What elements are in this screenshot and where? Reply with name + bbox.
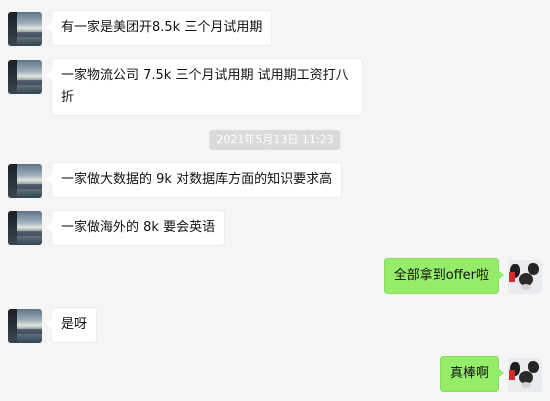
contact-avatar[interactable] [8, 211, 42, 245]
message-bubble-1[interactable]: 有一家是美团开8.5k 三个月试用期 [45, 10, 273, 46]
message-bubble-3[interactable]: 一家做大数据的 9k 对数据库方面的知识要求高 [45, 162, 343, 198]
self-avatar[interactable] [508, 358, 542, 392]
message-bubble-5[interactable]: 全部拿到offer啦 [383, 258, 505, 294]
contact-avatar[interactable] [8, 60, 42, 94]
landscape-photo-icon [8, 60, 42, 94]
message-bubble-6[interactable]: 是呀 [45, 307, 98, 343]
cow-icon [508, 260, 542, 294]
message-bubble-4[interactable]: 一家做海外的 8k 要会英语 [45, 210, 226, 246]
landscape-photo-icon [8, 12, 42, 46]
contact-avatar[interactable] [8, 164, 42, 198]
cow-icon [508, 358, 542, 392]
contact-avatar[interactable] [8, 309, 42, 343]
chat-window: 有一家是美团开8.5k 三个月试用期 一家物流公司 7.5k 三个月试用期 试用… [0, 0, 550, 401]
landscape-photo-icon [8, 211, 42, 245]
self-avatar[interactable] [508, 260, 542, 294]
landscape-photo-icon [8, 164, 42, 198]
contact-avatar[interactable] [8, 12, 42, 46]
message-bubble-7[interactable]: 真棒啊 [439, 356, 505, 392]
message-timestamp: 2021年5月13日 11:23 [209, 130, 341, 150]
message-bubble-2[interactable]: 一家物流公司 7.5k 三个月试用期 试用期工资打八折 [46, 58, 363, 116]
landscape-photo-icon [8, 309, 42, 343]
